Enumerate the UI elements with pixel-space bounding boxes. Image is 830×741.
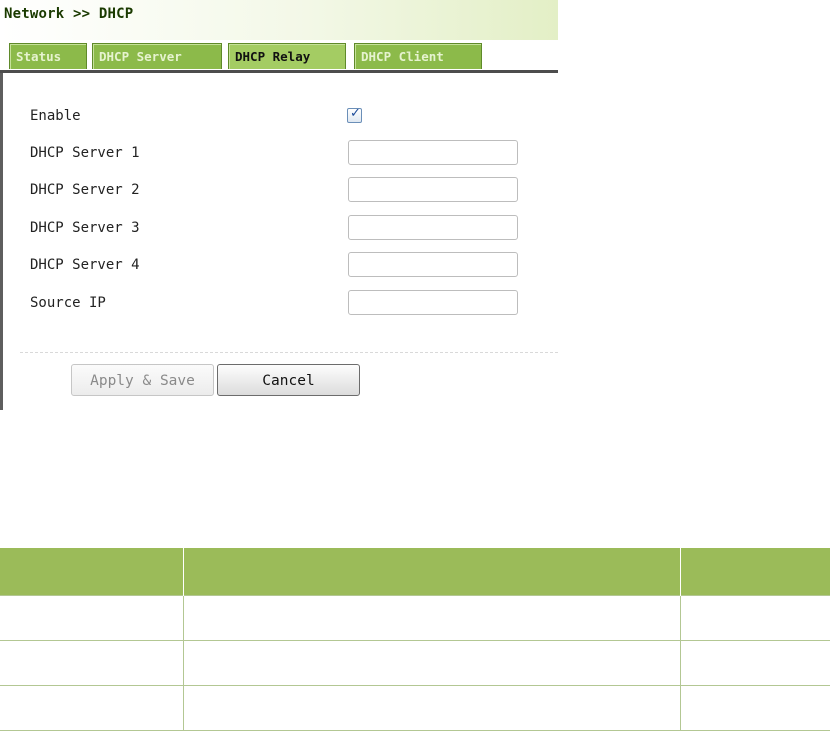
dhcp-server-2-label: DHCP Server 2 <box>30 182 140 198</box>
dhcp-server-1-input[interactable] <box>348 140 518 165</box>
breadcrumb-bar: Network >> DHCP <box>0 0 558 40</box>
table-row <box>0 685 830 731</box>
apply-save-button[interactable]: Apply & Save <box>71 364 214 396</box>
dhcp-server-1-label: DHCP Server 1 <box>30 145 140 161</box>
tab-dhcp-relay[interactable]: DHCP Relay <box>228 43 346 69</box>
table-header-cell <box>0 548 184 596</box>
table-cell <box>182 595 681 641</box>
tab-dhcp-server[interactable]: DHCP Server <box>92 43 222 69</box>
dhcp-server-3-input[interactable] <box>348 215 518 240</box>
table-row <box>0 640 830 686</box>
breadcrumb: Network >> DHCP <box>4 6 134 22</box>
table-cell <box>679 595 830 641</box>
form-divider <box>20 352 558 353</box>
dhcp-server-3-label: DHCP Server 3 <box>30 220 140 236</box>
table-cell <box>679 685 830 731</box>
table-cell <box>0 685 184 731</box>
table-header-row <box>0 548 830 596</box>
tab-status[interactable]: Status <box>9 43 87 69</box>
relay-form-panel <box>0 73 558 410</box>
table-header-cell <box>183 548 681 596</box>
table-cell <box>679 640 830 686</box>
cancel-button[interactable]: Cancel <box>217 364 360 396</box>
dhcp-server-2-input[interactable] <box>348 177 518 202</box>
tab-dhcp-client[interactable]: DHCP Client <box>354 43 482 69</box>
table-cell <box>182 640 681 686</box>
dhcp-server-4-label: DHCP Server 4 <box>30 257 140 273</box>
parameter-table <box>0 548 830 731</box>
table-header-cell <box>680 548 830 596</box>
source-ip-label: Source IP <box>30 295 106 311</box>
source-ip-input[interactable] <box>348 290 518 315</box>
dhcp-server-4-input[interactable] <box>348 252 518 277</box>
table-cell <box>182 685 681 731</box>
table-row <box>0 595 830 641</box>
enable-label: Enable <box>30 108 81 124</box>
table-cell <box>0 595 184 641</box>
tab-bar: Status DHCP Server DHCP Relay DHCP Clien… <box>0 40 558 71</box>
enable-checkbox[interactable] <box>347 106 362 123</box>
table-cell <box>0 640 184 686</box>
